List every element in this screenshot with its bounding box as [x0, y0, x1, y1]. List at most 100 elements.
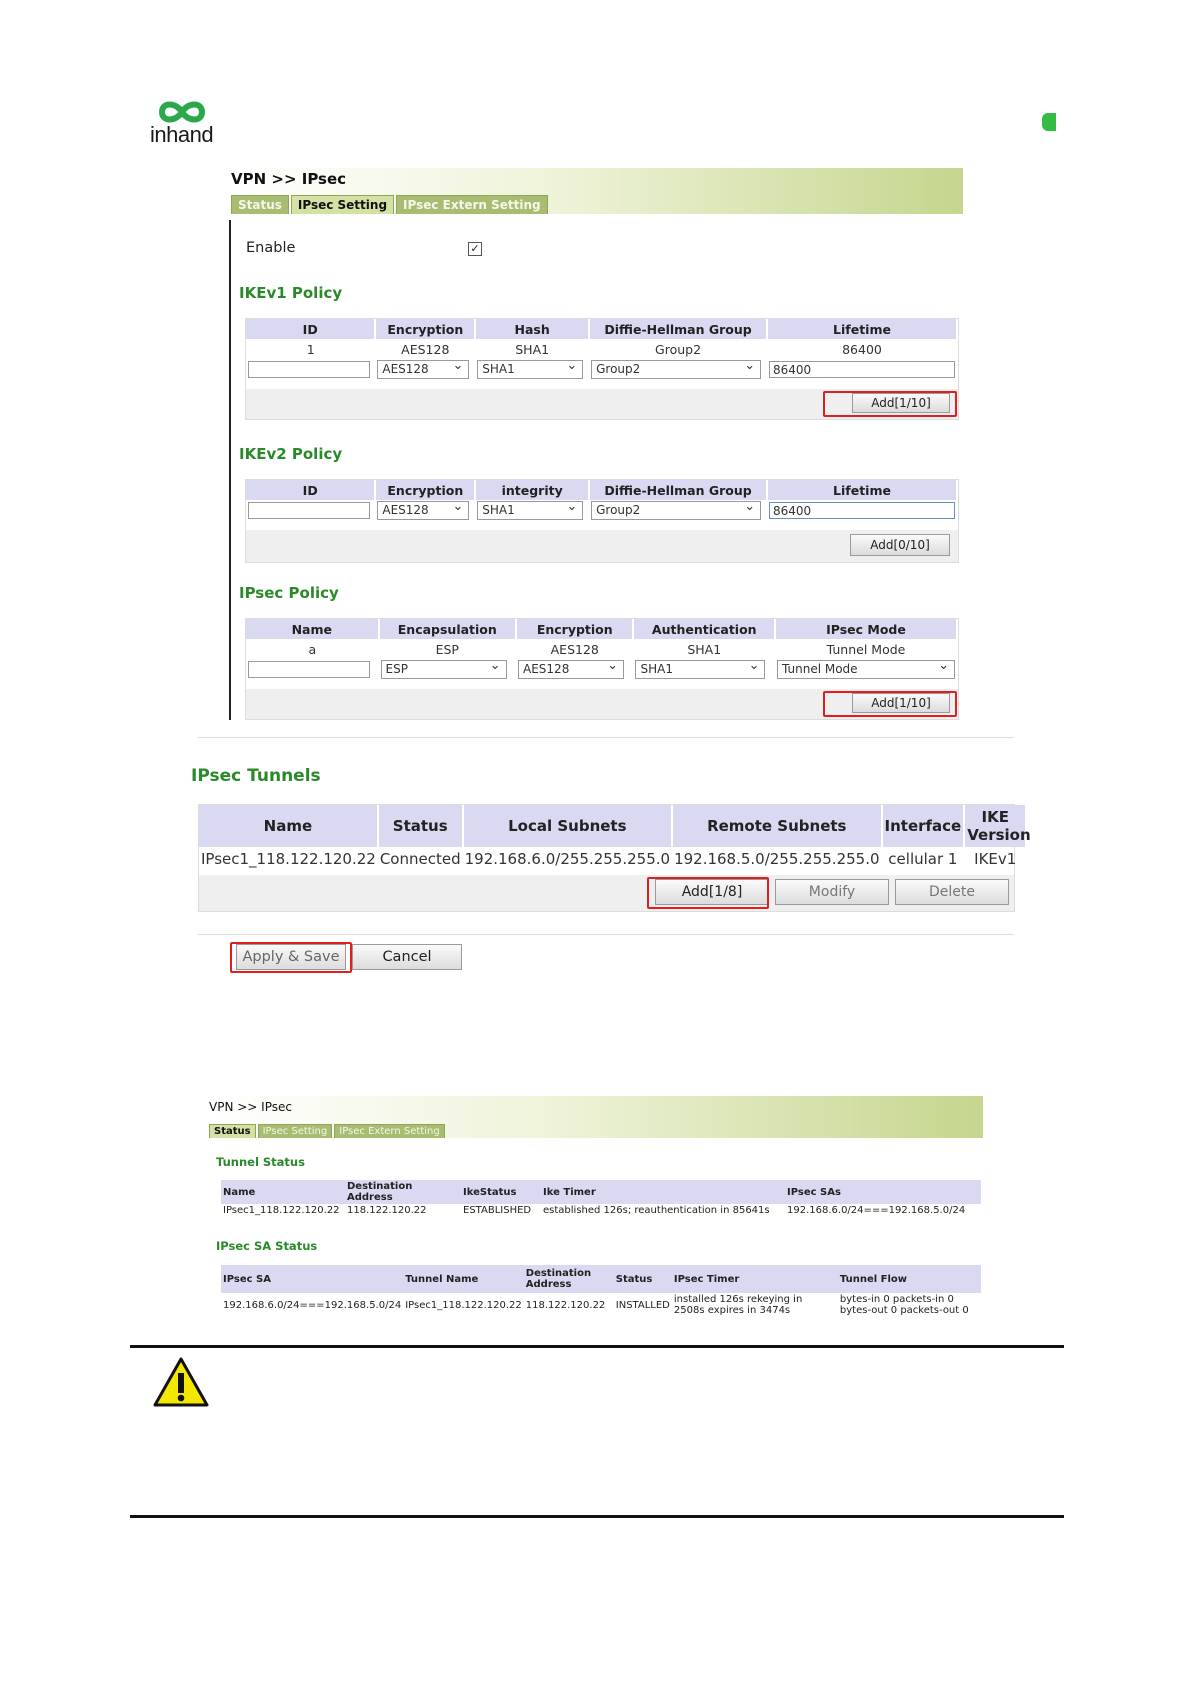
- ipsec-policy-table: Name Encapsulation Encryption Authentica…: [245, 618, 959, 720]
- cell: IPsec1_118.122.120.22: [405, 1299, 522, 1311]
- col-header: Status: [613, 1265, 672, 1293]
- ipsec-mode-select[interactable]: Tunnel Mode: [777, 657, 955, 679]
- col-header: Hash: [475, 319, 591, 339]
- col-header: ID: [246, 319, 377, 339]
- highlight-box: [647, 877, 769, 909]
- tab-ipsec-setting[interactable]: IPsec Setting: [290, 195, 395, 214]
- ikev1-dh-select[interactable]: Group2: [591, 357, 762, 379]
- ikev2-add-button[interactable]: Add[0/10]: [850, 534, 950, 556]
- cell: Group2: [655, 341, 702, 357]
- tunnel-status-table: Name Destination Address IkeStatus Ike T…: [221, 1180, 981, 1217]
- ipsec-encryption-select[interactable]: AES128: [518, 657, 625, 679]
- col-header: Authentication: [633, 619, 776, 639]
- cell: Tunnel Mode: [826, 641, 906, 657]
- col-header: Lifetime: [767, 319, 958, 339]
- col-header: IPsec SA: [221, 1265, 404, 1293]
- highlight-box: [230, 942, 352, 973]
- cell: a: [308, 641, 317, 657]
- breadcrumb: VPN >> IPsec: [231, 170, 347, 188]
- col-header: Encryption: [516, 619, 635, 639]
- sa-status-title: IPsec SA Status: [216, 1239, 318, 1253]
- ikev2-integrity-select[interactable]: SHA1: [477, 498, 584, 520]
- tunnel-status-title: Tunnel Status: [216, 1155, 305, 1169]
- divider: [198, 934, 1014, 935]
- col-header: Diffie-Hellman Group: [589, 480, 768, 500]
- ikev2-encryption-select[interactable]: AES128: [377, 498, 470, 520]
- table-row: 192.168.6.0/24===192.168.5.0/24 IPsec1_1…: [221, 1293, 981, 1317]
- col-header: Tunnel Name: [403, 1265, 524, 1293]
- panel-left-border: [229, 220, 231, 720]
- col-header: IKE Version: [964, 805, 1031, 847]
- ikev2-lifetime-input[interactable]: 86400: [769, 501, 955, 519]
- col-header: Destination Address: [345, 1180, 461, 1204]
- ikev2-dh-select[interactable]: Group2: [591, 498, 762, 520]
- cell: 192.168.6.0/24===192.168.5.0/24: [787, 1205, 966, 1216]
- tab-status[interactable]: Status: [231, 195, 289, 214]
- cell: IPsec1_118.122.120.22: [223, 1205, 340, 1216]
- warning-icon: [153, 1357, 209, 1407]
- col-header: IkeStatus: [461, 1180, 541, 1204]
- col-header: Status: [377, 805, 464, 847]
- highlight-box: [823, 391, 957, 417]
- enable-checkbox[interactable]: ✓: [468, 242, 482, 256]
- warning-top-rule: [130, 1345, 1064, 1348]
- sa-status-table: IPsec SA Tunnel Name Destination Address…: [221, 1265, 981, 1317]
- col-header: IPsec Mode: [775, 619, 958, 639]
- col-header: ID: [246, 480, 377, 500]
- ipsec-policy-title: IPsec Policy: [239, 584, 339, 602]
- cell: INSTALLED: [615, 1299, 670, 1311]
- cancel-button[interactable]: Cancel: [352, 944, 462, 970]
- table-row: IPsec1_118.122.120.22 Connected 192.168.…: [199, 847, 1026, 871]
- ikev2-title: IKEv2 Policy: [239, 445, 343, 463]
- cell: IKEv1: [974, 850, 1017, 868]
- ikev1-lifetime-input[interactable]: 86400: [769, 360, 955, 378]
- cell: cellular 1: [888, 850, 958, 868]
- tab-ipsec-extern-setting[interactable]: IPsec Extern Setting: [396, 195, 548, 214]
- ikev1-table: ID Encryption Hash Diffie-Hellman Group …: [245, 318, 959, 420]
- col-header: Destination Address: [523, 1265, 614, 1293]
- col-header: Lifetime: [767, 480, 958, 500]
- col-header: Interface: [881, 805, 966, 847]
- ike-version-header: IKE Version: [967, 808, 1031, 844]
- ikev1-encryption-select[interactable]: AES128: [377, 357, 470, 379]
- tab-ipsec-setting[interactable]: IPsec Setting: [257, 1124, 333, 1138]
- col-header: Diffie-Hellman Group: [589, 319, 768, 339]
- enable-label: Enable: [246, 240, 296, 256]
- tab-status[interactable]: Status: [209, 1124, 256, 1138]
- col-header: Local Subnets: [462, 805, 674, 847]
- ipsec-encapsulation-select[interactable]: ESP: [380, 657, 507, 679]
- cell: installed 126s rekeying in 2508s expires…: [673, 1294, 803, 1316]
- corner-marker: [1042, 113, 1056, 131]
- ikev2-id-input[interactable]: [248, 501, 370, 519]
- table-row: a ESP AES128 SHA1 Tunnel Mode: [246, 639, 957, 659]
- col-header: Encryption: [375, 319, 477, 339]
- divider: [198, 737, 1014, 738]
- col-header: Name: [246, 619, 380, 639]
- col-header: Tunnel Flow: [837, 1265, 981, 1293]
- ikev1-id-input[interactable]: [248, 360, 370, 378]
- tab-ipsec-extern-setting[interactable]: IPsec Extern Setting: [334, 1124, 445, 1138]
- ikev1-hash-select[interactable]: SHA1: [477, 357, 584, 379]
- ipsec-authentication-select[interactable]: SHA1: [635, 657, 766, 679]
- col-header: IPsec SAs: [785, 1180, 981, 1204]
- ipsec-tunnels-table: Name Status Local Subnets Remote Subnets…: [198, 804, 1031, 912]
- status-panel-header: VPN >> IPsec Status IPsec Setting IPsec …: [207, 1096, 983, 1138]
- col-header: Name: [221, 1180, 345, 1204]
- col-header: Name: [199, 805, 379, 847]
- cell: 86400: [842, 341, 882, 357]
- cell: 192.168.6.0/255.255.255.0: [464, 850, 671, 868]
- col-header: IPsec Timer: [671, 1265, 838, 1293]
- tunnel-delete-button[interactable]: Delete: [895, 879, 1009, 905]
- cell: IPsec1_118.122.120.22: [201, 850, 376, 868]
- ipsec-name-input[interactable]: [248, 660, 370, 678]
- cell: 192.168.6.0/24===192.168.5.0/24: [223, 1299, 402, 1311]
- cell: bytes-in 0 packets-in 0 bytes-out 0 pack…: [839, 1294, 969, 1316]
- cell: ESTABLISHED: [463, 1205, 532, 1216]
- table-row: IPsec1_118.122.120.22 118.122.120.22 EST…: [221, 1204, 981, 1217]
- ikev2-table: ID Encryption integrity Diffie-Hellman G…: [245, 479, 959, 563]
- cell: 1: [306, 341, 315, 357]
- breadcrumb: VPN >> IPsec: [209, 1100, 292, 1114]
- cell: 118.122.120.22: [347, 1205, 427, 1216]
- col-header: Remote Subnets: [672, 805, 883, 847]
- tunnel-modify-button[interactable]: Modify: [775, 879, 889, 905]
